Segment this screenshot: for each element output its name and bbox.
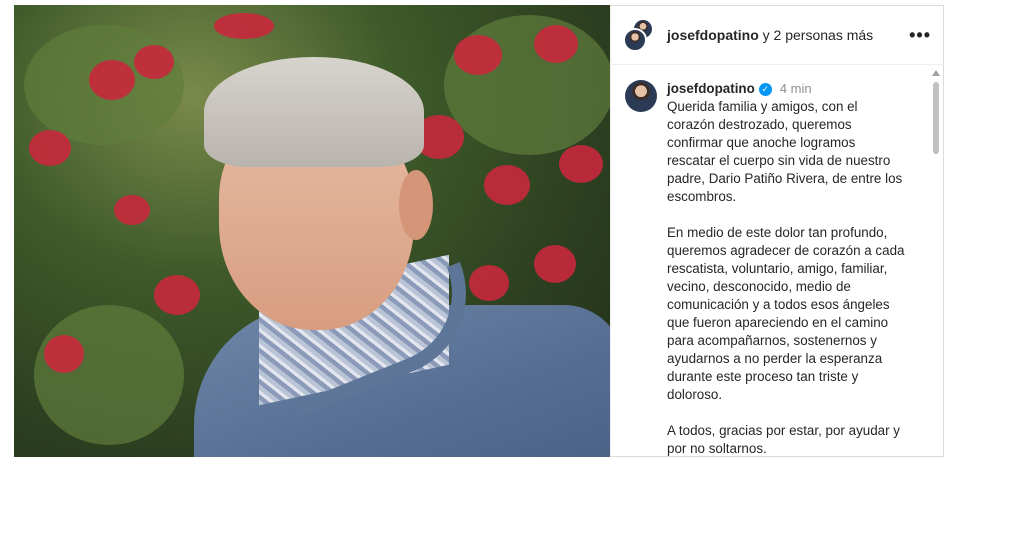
flower bbox=[534, 25, 578, 63]
scrollbar-thumb[interactable] bbox=[933, 82, 939, 154]
flower bbox=[114, 195, 150, 225]
scrollbar[interactable] bbox=[931, 66, 941, 456]
comments-scroll-area[interactable]: josefdopatino ✓ 4 min Querida familia y … bbox=[611, 66, 943, 456]
flower bbox=[89, 60, 135, 100]
author-username[interactable]: josefdopatino bbox=[667, 27, 759, 43]
foliage bbox=[34, 305, 184, 445]
flower bbox=[534, 245, 576, 283]
post-header: josefdopatino y 2 personas más ••• bbox=[611, 6, 943, 65]
avatar[interactable] bbox=[623, 28, 647, 52]
more-horizontal-icon[interactable]: ••• bbox=[909, 25, 931, 46]
flower bbox=[44, 335, 84, 373]
flower bbox=[134, 45, 174, 79]
caption-paragraph: En medio de este dolor tan profundo, que… bbox=[667, 225, 905, 402]
caption-paragraph: A todos, gracias por estar, por ayudar y… bbox=[667, 423, 900, 456]
post-author-line[interactable]: josefdopatino y 2 personas más bbox=[667, 27, 909, 43]
flower bbox=[154, 275, 200, 315]
flower bbox=[454, 35, 502, 75]
caption: josefdopatino ✓ 4 min Querida familia y … bbox=[611, 66, 943, 456]
collab-avatars[interactable] bbox=[623, 18, 655, 52]
hair bbox=[204, 57, 424, 167]
ear bbox=[399, 170, 433, 240]
flower bbox=[29, 130, 71, 166]
verified-badge-icon: ✓ bbox=[758, 82, 772, 96]
avatar[interactable] bbox=[625, 80, 657, 112]
scroll-up-arrow-icon[interactable] bbox=[932, 70, 940, 76]
flower bbox=[559, 145, 603, 183]
flower bbox=[484, 165, 530, 205]
flower bbox=[214, 13, 274, 39]
flower bbox=[469, 265, 509, 301]
post-sidebar: josefdopatino y 2 personas más ••• josef… bbox=[610, 5, 944, 457]
caption-paragraph: Querida familia y amigos, con el corazón… bbox=[667, 99, 903, 204]
post-photo[interactable] bbox=[14, 5, 610, 457]
caption-timestamp[interactable]: 4 min bbox=[780, 80, 812, 98]
co-authors-text[interactable]: y 2 personas más bbox=[759, 27, 874, 43]
caption-username[interactable]: josefdopatino bbox=[667, 80, 755, 98]
instagram-post: josefdopatino y 2 personas más ••• josef… bbox=[14, 5, 944, 457]
